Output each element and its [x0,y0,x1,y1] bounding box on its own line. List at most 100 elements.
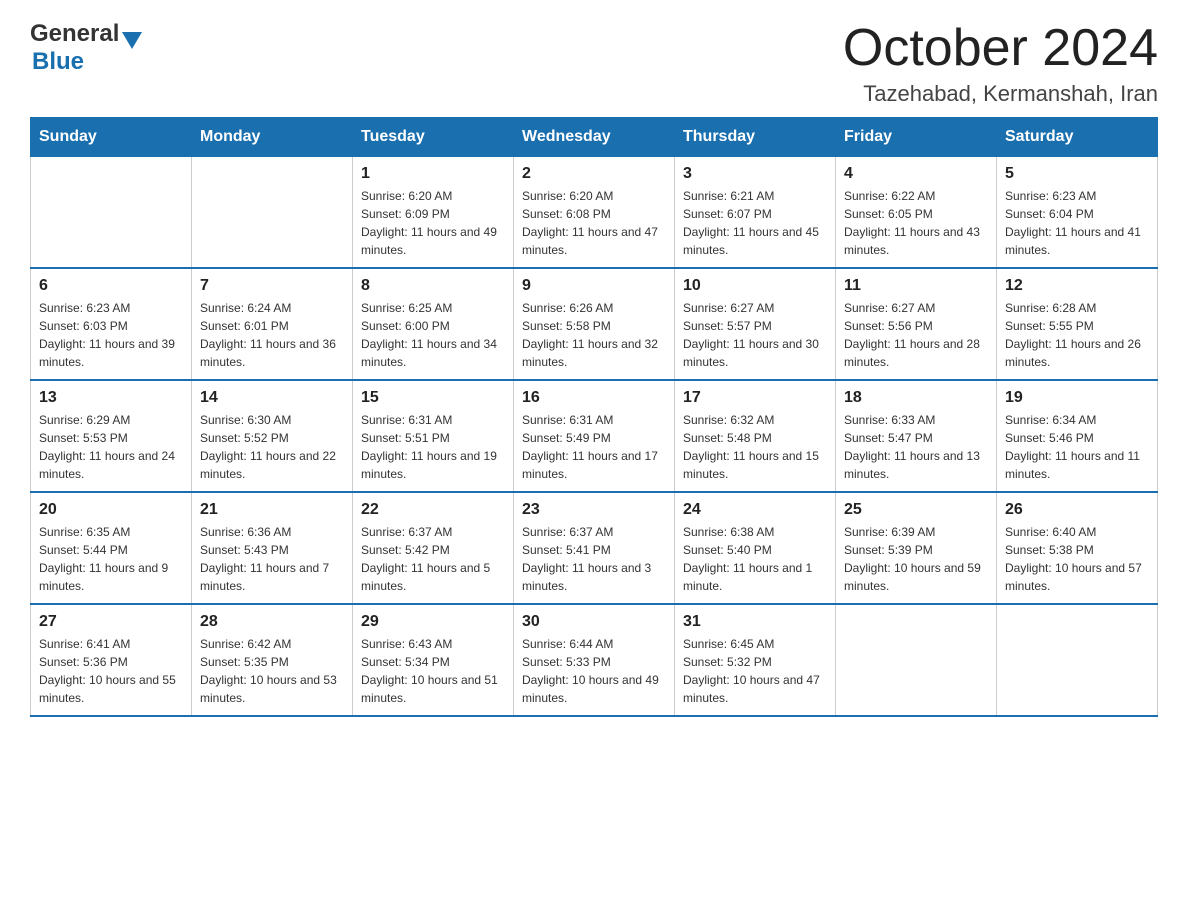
day-info: Sunrise: 6:27 AMSunset: 5:56 PMDaylight:… [844,299,988,371]
day-info: Sunrise: 6:25 AMSunset: 6:00 PMDaylight:… [361,299,505,371]
calendar-cell [192,157,353,269]
day-number: 13 [39,389,183,407]
logo-arrow-icon [122,32,142,49]
calendar-cell: 11 Sunrise: 6:27 AMSunset: 5:56 PMDayligh… [836,268,997,380]
day-info: Sunrise: 6:34 AMSunset: 5:46 PMDaylight:… [1005,411,1149,483]
calendar-cell: 21Sunrise: 6:36 AMSunset: 5:43 PMDayligh… [192,492,353,604]
calendar-cell: 4 Sunrise: 6:22 AMSunset: 6:05 PMDaylight… [836,157,997,269]
day-info: Sunrise: 6:24 AMSunset: 6:01 PMDaylight:… [200,299,344,371]
header-tuesday: Tuesday [353,118,514,157]
calendar-cell: 7 Sunrise: 6:24 AMSunset: 6:01 PMDaylight… [192,268,353,380]
calendar-cell: 1 Sunrise: 6:20 AMSunset: 6:09 PMDaylight… [353,157,514,269]
day-number: 18 [844,389,988,407]
calendar-header-row: SundayMondayTuesdayWednesdayThursdayFrid… [31,118,1158,157]
calendar-cell: 15Sunrise: 6:31 AMSunset: 5:51 PMDayligh… [353,380,514,492]
calendar-cell: 26Sunrise: 6:40 AMSunset: 5:38 PMDayligh… [997,492,1158,604]
page-header: General Blue October 2024 Tazehabad, Ker… [30,20,1158,107]
day-info: Sunrise: 6:38 AMSunset: 5:40 PMDaylight:… [683,523,827,595]
day-number: 10 [683,277,827,295]
week-row-4: 20 Sunrise: 6:35 AMSunset: 5:44 PMDayligh… [31,492,1158,604]
day-number: 14 [200,389,344,407]
day-info: Sunrise: 6:43 AMSunset: 5:34 PMDaylight:… [361,635,505,707]
calendar-cell: 12 Sunrise: 6:28 AMSunset: 5:55 PMDayligh… [997,268,1158,380]
calendar-cell: 24 Sunrise: 6:38 AMSunset: 5:40 PMDayligh… [675,492,836,604]
header-wednesday: Wednesday [514,118,675,157]
day-number: 2 [522,165,666,183]
week-row-5: 27Sunrise: 6:41 AMSunset: 5:36 PMDayligh… [31,604,1158,716]
day-number: 16 [522,389,666,407]
day-info: Sunrise: 6:30 AMSunset: 5:52 PMDaylight:… [200,411,344,483]
day-info: Sunrise: 6:23 AMSunset: 6:03 PMDaylight:… [39,299,183,371]
day-number: 9 [522,277,666,295]
day-number: 28 [200,613,344,631]
calendar-cell: 14 Sunrise: 6:30 AMSunset: 5:52 PMDayligh… [192,380,353,492]
day-number: 24 [683,501,827,519]
calendar-table: SundayMondayTuesdayWednesdayThursdayFrid… [30,117,1158,717]
week-row-3: 13 Sunrise: 6:29 AMSunset: 5:53 PMDayligh… [31,380,1158,492]
logo-blue-text: Blue [32,48,84,76]
calendar-cell: 9 Sunrise: 6:26 AMSunset: 5:58 PMDaylight… [514,268,675,380]
day-info: Sunrise: 6:27 AMSunset: 5:57 PMDaylight:… [683,299,827,371]
calendar-cell: 17 Sunrise: 6:32 AMSunset: 5:48 PMDayligh… [675,380,836,492]
day-number: 19 [1005,389,1149,407]
day-number: 3 [683,165,827,183]
location-title: Tazehabad, Kermanshah, Iran [843,81,1158,107]
day-number: 30 [522,613,666,631]
calendar-cell: 28 Sunrise: 6:42 AMSunset: 5:35 PMDayligh… [192,604,353,716]
calendar-cell [997,604,1158,716]
day-info: Sunrise: 6:33 AMSunset: 5:47 PMDaylight:… [844,411,988,483]
day-number: 6 [39,277,183,295]
day-number: 11 [844,277,988,295]
day-number: 12 [1005,277,1149,295]
day-number: 8 [361,277,505,295]
day-info: Sunrise: 6:32 AMSunset: 5:48 PMDaylight:… [683,411,827,483]
day-number: 15 [361,389,505,407]
logo: General Blue [30,20,142,76]
calendar-cell: 25Sunrise: 6:39 AMSunset: 5:39 PMDayligh… [836,492,997,604]
calendar-cell: 29 Sunrise: 6:43 AMSunset: 5:34 PMDayligh… [353,604,514,716]
day-info: Sunrise: 6:45 AMSunset: 5:32 PMDaylight:… [683,635,827,707]
calendar-cell: 2 Sunrise: 6:20 AMSunset: 6:08 PMDaylight… [514,157,675,269]
day-info: Sunrise: 6:31 AMSunset: 5:49 PMDaylight:… [522,411,666,483]
header-sunday: Sunday [31,118,192,157]
calendar-cell [31,157,192,269]
day-number: 4 [844,165,988,183]
day-number: 23 [522,501,666,519]
day-info: Sunrise: 6:41 AMSunset: 5:36 PMDaylight:… [39,635,183,707]
day-number: 7 [200,277,344,295]
header-friday: Friday [836,118,997,157]
day-info: Sunrise: 6:29 AMSunset: 5:53 PMDaylight:… [39,411,183,483]
calendar-cell: 22Sunrise: 6:37 AMSunset: 5:42 PMDayligh… [353,492,514,604]
calendar-cell: 16 Sunrise: 6:31 AMSunset: 5:49 PMDayligh… [514,380,675,492]
day-info: Sunrise: 6:20 AMSunset: 6:08 PMDaylight:… [522,187,666,259]
calendar-cell: 13 Sunrise: 6:29 AMSunset: 5:53 PMDayligh… [31,380,192,492]
calendar-cell: 31Sunrise: 6:45 AMSunset: 5:32 PMDayligh… [675,604,836,716]
day-info: Sunrise: 6:44 AMSunset: 5:33 PMDaylight:… [522,635,666,707]
day-info: Sunrise: 6:37 AMSunset: 5:42 PMDaylight:… [361,523,505,595]
calendar-cell: 30 Sunrise: 6:44 AMSunset: 5:33 PMDayligh… [514,604,675,716]
day-info: Sunrise: 6:42 AMSunset: 5:35 PMDaylight:… [200,635,344,707]
day-info: Sunrise: 6:28 AMSunset: 5:55 PMDaylight:… [1005,299,1149,371]
calendar-cell: 5Sunrise: 6:23 AMSunset: 6:04 PMDaylight… [997,157,1158,269]
day-number: 17 [683,389,827,407]
header-thursday: Thursday [675,118,836,157]
day-number: 5 [1005,165,1149,183]
header-saturday: Saturday [997,118,1158,157]
calendar-cell: 6 Sunrise: 6:23 AMSunset: 6:03 PMDaylight… [31,268,192,380]
title-section: October 2024 Tazehabad, Kermanshah, Iran [843,20,1158,107]
calendar-cell: 3Sunrise: 6:21 AMSunset: 6:07 PMDaylight… [675,157,836,269]
calendar-cell [836,604,997,716]
calendar-cell: 18 Sunrise: 6:33 AMSunset: 5:47 PMDayligh… [836,380,997,492]
calendar-cell: 23Sunrise: 6:37 AMSunset: 5:41 PMDayligh… [514,492,675,604]
day-number: 20 [39,501,183,519]
day-info: Sunrise: 6:36 AMSunset: 5:43 PMDaylight:… [200,523,344,595]
day-info: Sunrise: 6:20 AMSunset: 6:09 PMDaylight:… [361,187,505,259]
week-row-1: 1 Sunrise: 6:20 AMSunset: 6:09 PMDaylight… [31,157,1158,269]
day-info: Sunrise: 6:22 AMSunset: 6:05 PMDaylight:… [844,187,988,259]
day-info: Sunrise: 6:35 AMSunset: 5:44 PMDaylight:… [39,523,183,595]
day-number: 1 [361,165,505,183]
day-info: Sunrise: 6:26 AMSunset: 5:58 PMDaylight:… [522,299,666,371]
day-number: 26 [1005,501,1149,519]
day-number: 25 [844,501,988,519]
day-number: 29 [361,613,505,631]
